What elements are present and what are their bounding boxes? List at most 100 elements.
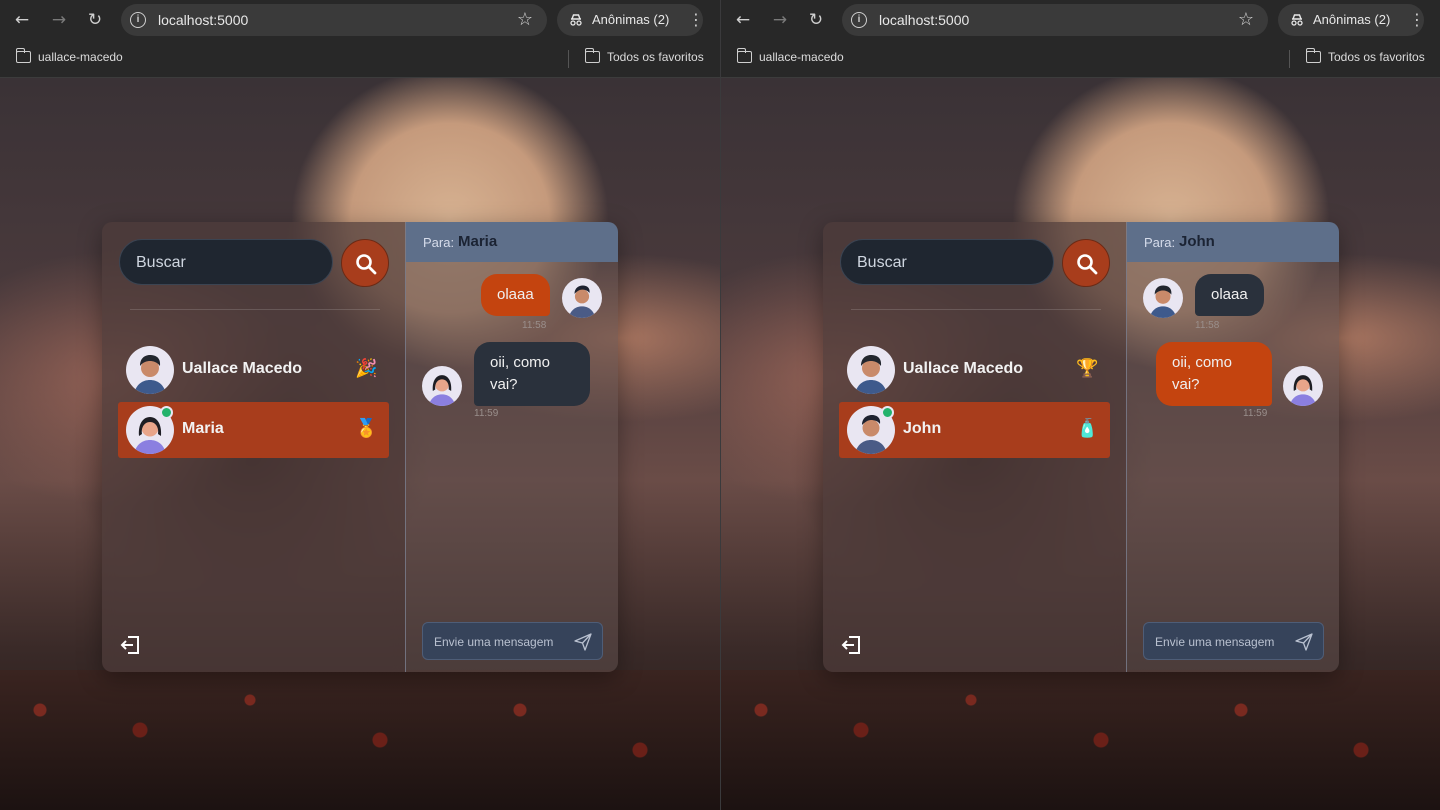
bookmark-folder[interactable]: uallace-macedo [15, 48, 123, 64]
contact-item-active[interactable]: John 🧴 [839, 402, 1110, 458]
search-icon [1077, 254, 1098, 275]
avatar [126, 346, 174, 394]
medal-icon: 🏅 [355, 418, 378, 439]
kebab-menu-icon[interactable]: ⋮ [688, 8, 704, 32]
message-input[interactable] [434, 635, 574, 649]
address-bar[interactable]: i localhost:5000 ☆ [121, 4, 547, 36]
search-icon [356, 254, 377, 275]
message-bubble-received: olaaa [1195, 274, 1264, 316]
url-text: localhost:5000 [879, 12, 970, 28]
contact-name: Uallace Macedo [182, 360, 303, 377]
all-favorites-label: Todos os favoritos [1328, 50, 1425, 64]
forward-icon[interactable]: → [47, 8, 71, 32]
back-icon[interactable]: ← [731, 8, 755, 32]
bookmarks-bar: uallace-macedo Todos os favoritos [721, 40, 1440, 78]
logout-icon[interactable] [841, 634, 863, 656]
incognito-button[interactable]: Anônimas (2) [1278, 4, 1424, 36]
page-background: Uallace Macedo 🎉 Maria 🏅 Para: Maria [0, 78, 720, 810]
kebab-menu-icon[interactable]: ⋮ [1409, 8, 1425, 32]
message-input[interactable] [1155, 635, 1295, 649]
bookmark-folder[interactable]: uallace-macedo [736, 48, 844, 64]
site-info-icon[interactable]: i [851, 12, 867, 28]
folder-icon [584, 48, 600, 63]
folder-icon [736, 48, 752, 63]
message-bubble-received: oii, como vai? [474, 342, 590, 406]
contact-name: Maria [182, 420, 224, 437]
recipient-prefix: Para: [423, 235, 455, 250]
message-time: 11:59 [474, 408, 499, 419]
background-flowers [0, 670, 720, 810]
site-info-icon[interactable]: i [130, 12, 146, 28]
avatar [422, 366, 462, 406]
contact-item[interactable]: Uallace Macedo 🏆 [839, 342, 1110, 398]
contact-item-active[interactable]: Maria 🏅 [118, 402, 389, 458]
message-composer[interactable] [422, 622, 603, 660]
recipient-prefix: Para: [1144, 235, 1176, 250]
page-background: Uallace Macedo 🏆 John 🧴 Para: John [721, 78, 1440, 810]
chat-header: Para: Maria [406, 222, 618, 262]
browser-toolbar: ← → ↻ i localhost:5000 ☆ Anônimas (2) ⋮ [0, 0, 720, 40]
url-text: localhost:5000 [158, 12, 249, 28]
search-input[interactable] [136, 254, 316, 272]
folder-icon [1305, 48, 1321, 63]
incognito-icon [570, 14, 582, 26]
send-icon[interactable] [574, 633, 592, 651]
forward-icon[interactable]: → [768, 8, 792, 32]
incognito-label: Anônimas (2) [592, 12, 670, 27]
contact-name: Uallace Macedo [903, 360, 1024, 377]
bookmarks-separator [568, 50, 569, 68]
reload-icon[interactable]: ↻ [804, 8, 828, 32]
avatar [562, 278, 602, 318]
chat-app: Uallace Macedo 🎉 Maria 🏅 Para: Maria [102, 222, 618, 672]
chat-panel: Para: John olaaa 11:58 oii, como vai? 11… [1126, 222, 1339, 672]
address-bar[interactable]: i localhost:5000 ☆ [842, 4, 1268, 36]
message-time: 11:58 [522, 320, 547, 331]
all-favorites[interactable]: Todos os favoritos [1305, 48, 1425, 64]
reload-icon[interactable]: ↻ [83, 8, 107, 32]
bookmarks-bar: uallace-macedo Todos os favoritos [0, 40, 720, 78]
search-button[interactable] [1062, 239, 1110, 287]
send-icon[interactable] [1295, 633, 1313, 651]
chat-header: Para: John [1127, 222, 1339, 262]
avatar [1283, 366, 1323, 406]
sidebar: Uallace Macedo 🏆 John 🧴 [823, 222, 1127, 672]
bookmarks-separator [1289, 50, 1290, 68]
avatar [1143, 278, 1183, 318]
chat-app: Uallace Macedo 🏆 John 🧴 Para: John [823, 222, 1339, 672]
incognito-icon [1291, 14, 1303, 26]
online-indicator [160, 406, 173, 419]
logout-icon[interactable] [120, 634, 142, 656]
sidebar-divider [130, 309, 380, 310]
bottle-icon: 🧴 [1076, 418, 1099, 439]
search-field[interactable] [119, 239, 333, 285]
browser-toolbar: ← → ↻ i localhost:5000 ☆ Anônimas (2) ⋮ [721, 0, 1440, 40]
message-time: 11:58 [1195, 320, 1220, 331]
message-bubble-sent: olaaa [481, 274, 550, 316]
sidebar: Uallace Macedo 🎉 Maria 🏅 [102, 222, 406, 672]
contact-name: John [903, 420, 942, 437]
browser-window-right: ← → ↻ i localhost:5000 ☆ Anônimas (2) ⋮ … [720, 0, 1440, 810]
bookmark-star-icon[interactable]: ☆ [1238, 9, 1254, 30]
bookmark-folder-label: uallace-macedo [38, 50, 123, 64]
bookmark-star-icon[interactable]: ☆ [517, 9, 533, 30]
incognito-button[interactable]: Anônimas (2) [557, 4, 703, 36]
back-icon[interactable]: ← [10, 8, 34, 32]
message-time: 11:59 [1243, 408, 1268, 419]
chat-panel: Para: Maria olaaa 11:58 oii, como vai? 1… [405, 222, 618, 672]
message-bubble-sent: oii, como vai? [1156, 342, 1272, 406]
all-favorites[interactable]: Todos os favoritos [584, 48, 704, 64]
folder-icon [15, 48, 31, 63]
recipient-name: John [1179, 233, 1215, 250]
search-input[interactable] [857, 254, 1037, 272]
message-composer[interactable] [1143, 622, 1324, 660]
contact-item[interactable]: Uallace Macedo 🎉 [118, 342, 389, 398]
search-field[interactable] [840, 239, 1054, 285]
sidebar-divider [851, 309, 1101, 310]
all-favorites-label: Todos os favoritos [607, 50, 704, 64]
party-popper-icon: 🎉 [355, 358, 378, 379]
avatar [847, 346, 895, 394]
search-button[interactable] [341, 239, 389, 287]
trophy-icon: 🏆 [1076, 358, 1099, 379]
recipient-name: Maria [458, 233, 498, 250]
bookmark-folder-label: uallace-macedo [759, 50, 844, 64]
